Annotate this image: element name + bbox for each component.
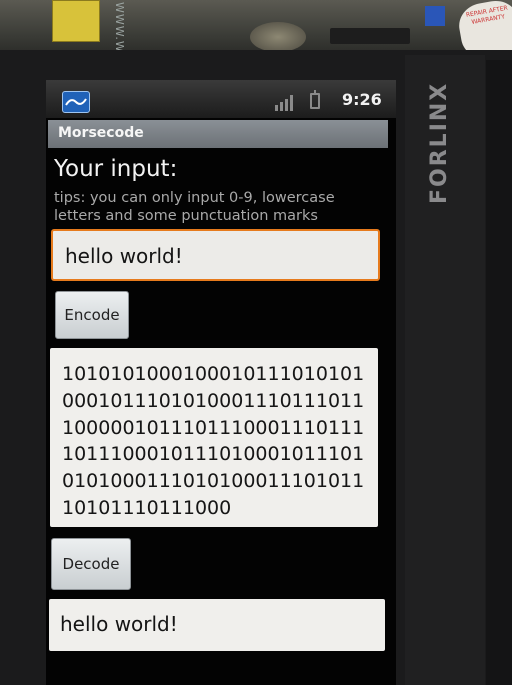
decoded-output-box: hello world!: [49, 599, 385, 651]
encoded-output: 1010101000100010111010101 00010111010100…: [62, 363, 365, 519]
input-tips: tips: you can only input 0-9, lowercase …: [54, 190, 335, 224]
encoded-output-box: 1010101000100010111010101 00010111010100…: [50, 348, 378, 527]
board-label: WWW.WI: [113, 2, 126, 57]
yellow-component: [52, 0, 100, 42]
encode-button[interactable]: Encode: [55, 291, 129, 339]
text-input[interactable]: [63, 241, 367, 271]
text-input-field[interactable]: [51, 229, 380, 281]
knob-component: [250, 22, 306, 52]
battery-icon: [310, 90, 320, 109]
status-bar: 9:26: [46, 80, 396, 118]
app-title: Morsecode: [58, 125, 144, 141]
status-time: 9:26: [342, 90, 382, 109]
decoded-output: hello world!: [60, 612, 178, 636]
app-notification-icon[interactable]: [62, 91, 90, 113]
signal-bars-icon: [275, 95, 293, 111]
decode-button[interactable]: Decode: [51, 538, 131, 590]
device-brand: FORLINX: [427, 81, 452, 204]
phone-screen: 9:26 Morsecode Your input: tips: you can…: [46, 80, 396, 685]
input-heading: Your input:: [54, 156, 178, 182]
phone-edge: [486, 60, 512, 685]
app-title-bar: Morsecode: [48, 120, 388, 148]
blue-component: [425, 6, 445, 26]
chip-component: [330, 28, 410, 44]
